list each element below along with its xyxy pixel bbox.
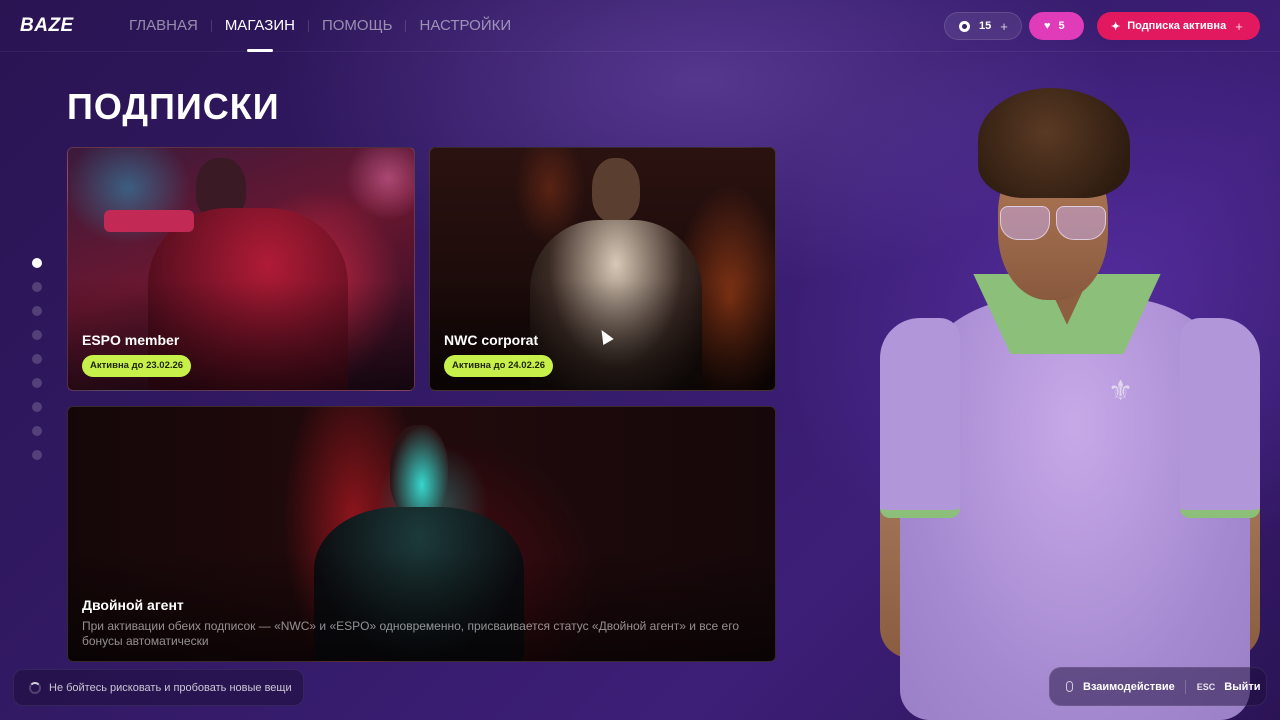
fleur-de-lis-icon: ⚜ (1108, 375, 1134, 406)
loading-spinner-icon (29, 681, 41, 694)
sunglasses-icon (1000, 206, 1108, 242)
subscription-label: Подписка активна (1127, 20, 1227, 32)
nav-divider (210, 20, 212, 32)
character-hair (978, 88, 1130, 198)
heart-icon: ♥ (1044, 20, 1051, 32)
nav-divider (307, 20, 309, 32)
coin-icon (959, 20, 970, 32)
exit-button[interactable]: Выйти (1224, 681, 1260, 693)
subscription-status-button[interactable]: ✦ Подписка активна + (1097, 12, 1260, 40)
coins-balance-button[interactable]: 15 + (944, 12, 1022, 40)
nav-item-shop[interactable]: МАГАЗИН (225, 0, 295, 52)
pagination-dot[interactable] (32, 450, 42, 460)
main-nav: ГЛАВНАЯ МАГАЗИН ПОМОЩЬ НАСТРОЙКИ (129, 0, 511, 52)
subscription-card-espo[interactable]: ESPO member Активна до 23.02.26 (67, 147, 415, 391)
pagination-dot[interactable] (32, 282, 42, 292)
likes-button[interactable]: ♥ 5 (1029, 12, 1084, 40)
pagination-dot[interactable] (32, 378, 42, 388)
player-character: ⚜ (880, 88, 1265, 720)
status-badge: Активна до 23.02.26 (82, 355, 192, 377)
interact-button[interactable]: Взаимодействие (1083, 681, 1175, 693)
card-description: При активации обеих подписок — «NWC» и «… (82, 619, 740, 648)
divider (1184, 679, 1186, 694)
subscription-icon: ✦ (1111, 20, 1121, 33)
card-title: NWC corporat (444, 332, 539, 348)
pagination-dot[interactable] (32, 330, 42, 340)
tip-text: Не бойтесь рисковать и пробовать новые в… (49, 681, 292, 694)
top-bar: BAZE ГЛАВНАЯ МАГАЗИН ПОМОЩЬ НАСТРОЙКИ 15… (0, 0, 1280, 52)
pagination-dot[interactable] (32, 258, 42, 268)
plus-icon: + (1235, 18, 1243, 34)
nav-item-help[interactable]: ПОМОЩЬ (322, 0, 393, 52)
nav-item-settings[interactable]: НАСТРОЙКИ (419, 0, 511, 52)
subscription-card-double-agent[interactable]: Двойной агент При активации обеих подпис… (67, 406, 776, 662)
pagination-dot[interactable] (32, 354, 42, 364)
subscription-card-nwc[interactable]: NWC corporat Активна до 24.02.26 (429, 147, 776, 391)
pagination-dot[interactable] (32, 426, 42, 436)
action-hints: Взаимодействие ESC Выйти (1049, 667, 1267, 706)
card-title: Двойной агент (82, 597, 184, 613)
plus-icon: + (1000, 18, 1008, 34)
logo: BAZE (20, 15, 74, 36)
likes-count: 5 (1058, 20, 1065, 32)
nav-item-home[interactable]: ГЛАВНАЯ (129, 0, 198, 52)
pagination-dot[interactable] (32, 402, 42, 412)
nav-divider (405, 20, 407, 32)
page-title: ПОДПИСКИ (67, 86, 280, 127)
pagination-dot[interactable] (32, 306, 42, 316)
tip-banner: Не бойтесь рисковать и пробовать новые в… (13, 669, 304, 706)
mouse-icon (1066, 681, 1073, 692)
carousel-pagination (32, 258, 42, 474)
status-badge: Активна до 24.02.26 (444, 355, 554, 377)
card-title: ESPO member (82, 332, 180, 348)
coins-count: 15 (979, 20, 992, 32)
esc-key-icon: ESC (1196, 681, 1216, 692)
